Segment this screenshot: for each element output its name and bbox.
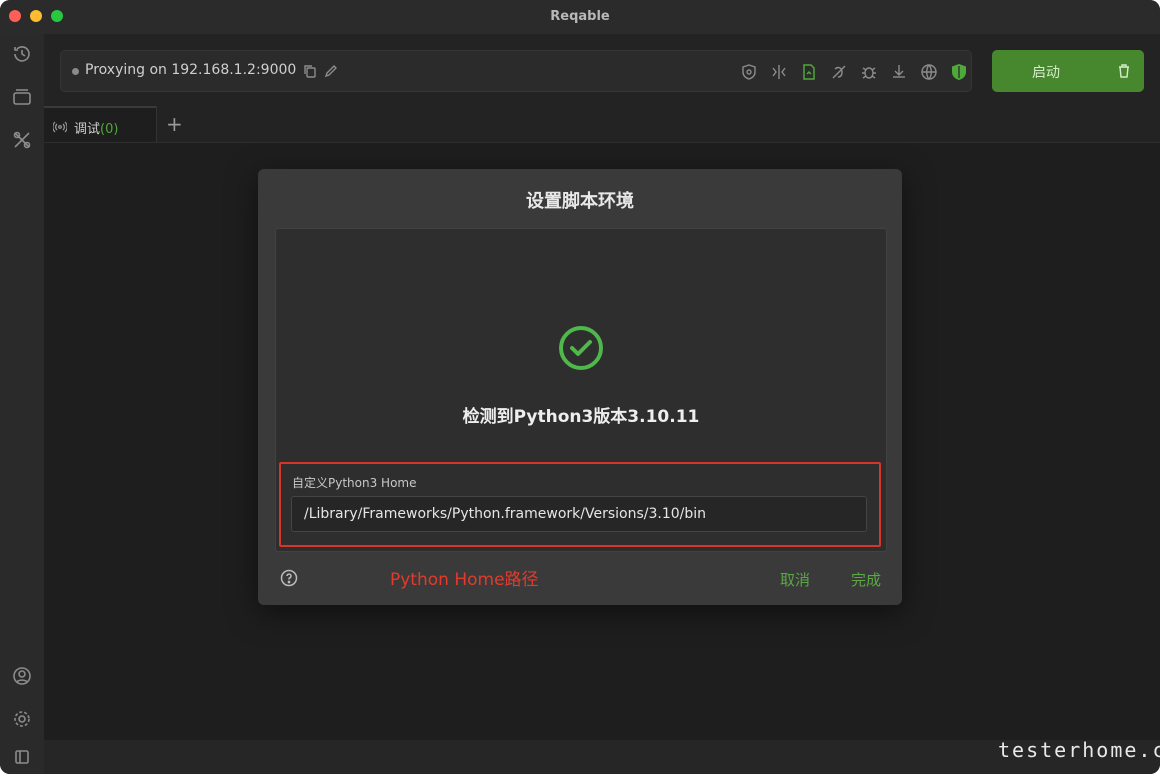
app-window: Reqable Proxying on 192.168.1.2:9000 启动 … — [0, 0, 1160, 774]
script-icon[interactable] — [800, 63, 818, 81]
ssl-lock-icon[interactable] — [740, 63, 758, 81]
copy-icon[interactable] — [302, 63, 318, 79]
download-icon[interactable] — [890, 63, 908, 81]
done-button[interactable]: 完成 — [851, 569, 881, 590]
window-title: Reqable — [550, 9, 610, 24]
watermark: testerhome.com — [998, 738, 1160, 762]
shield-icon[interactable] — [950, 63, 968, 81]
breakpoint-icon[interactable] — [830, 63, 848, 81]
dialog-title: 设置脚本环境 — [526, 191, 634, 212]
proxy-status-text: Proxying on 192.168.1.2:9000 — [85, 62, 297, 78]
panel-toggle-icon[interactable] — [11, 746, 33, 768]
history-icon[interactable] — [11, 43, 33, 65]
tab-bar: 调试(0) + — [44, 106, 1160, 143]
sidebar — [0, 34, 44, 774]
annotation-text: Python Home路径 — [390, 570, 539, 590]
settings-icon[interactable] — [11, 708, 33, 730]
python-home-label: 自定义Python3 Home — [292, 476, 417, 490]
tools-icon[interactable] — [11, 129, 33, 151]
top-bar: Proxying on 192.168.1.2:9000 启动 — [44, 34, 1160, 106]
start-button-label: 启动 — [1032, 65, 1060, 81]
tab-label: 调试(0) — [74, 122, 119, 137]
python-home-highlight: 自定义Python3 Home — [279, 462, 881, 547]
proxy-status-box[interactable]: Proxying on 192.168.1.2:9000 — [60, 50, 972, 92]
detected-version-text: 检测到Python3版本3.10.11 — [462, 407, 700, 427]
python-home-input[interactable] — [291, 496, 867, 532]
status-dot — [72, 68, 79, 75]
layers-icon[interactable] — [11, 86, 33, 108]
account-icon[interactable] — [11, 665, 33, 687]
start-button[interactable]: 启动 — [992, 50, 1144, 92]
add-tab-button[interactable]: + — [166, 112, 183, 136]
tab-debug[interactable]: 调试(0) — [44, 106, 157, 142]
trash-icon[interactable] — [1116, 63, 1132, 79]
detection-panel: 检测到Python3版本3.10.11 自定义Python3 Home — [275, 228, 887, 552]
check-circle-icon — [558, 325, 604, 371]
rewrite-icon[interactable] — [770, 63, 788, 81]
help-icon[interactable] — [280, 569, 298, 587]
script-env-dialog: 设置脚本环境 检测到Python3版本3.10.11 自定义Python3 Ho… — [258, 169, 902, 605]
cancel-button[interactable]: 取消 — [780, 569, 810, 590]
edit-icon[interactable] — [323, 63, 339, 79]
bottom-bar — [44, 740, 1160, 774]
title-bar: Reqable — [0, 0, 1160, 34]
debug-icon[interactable] — [860, 63, 878, 81]
tab-count: (0) — [100, 122, 119, 137]
broadcast-icon — [52, 118, 68, 133]
network-icon[interactable] — [920, 63, 938, 81]
